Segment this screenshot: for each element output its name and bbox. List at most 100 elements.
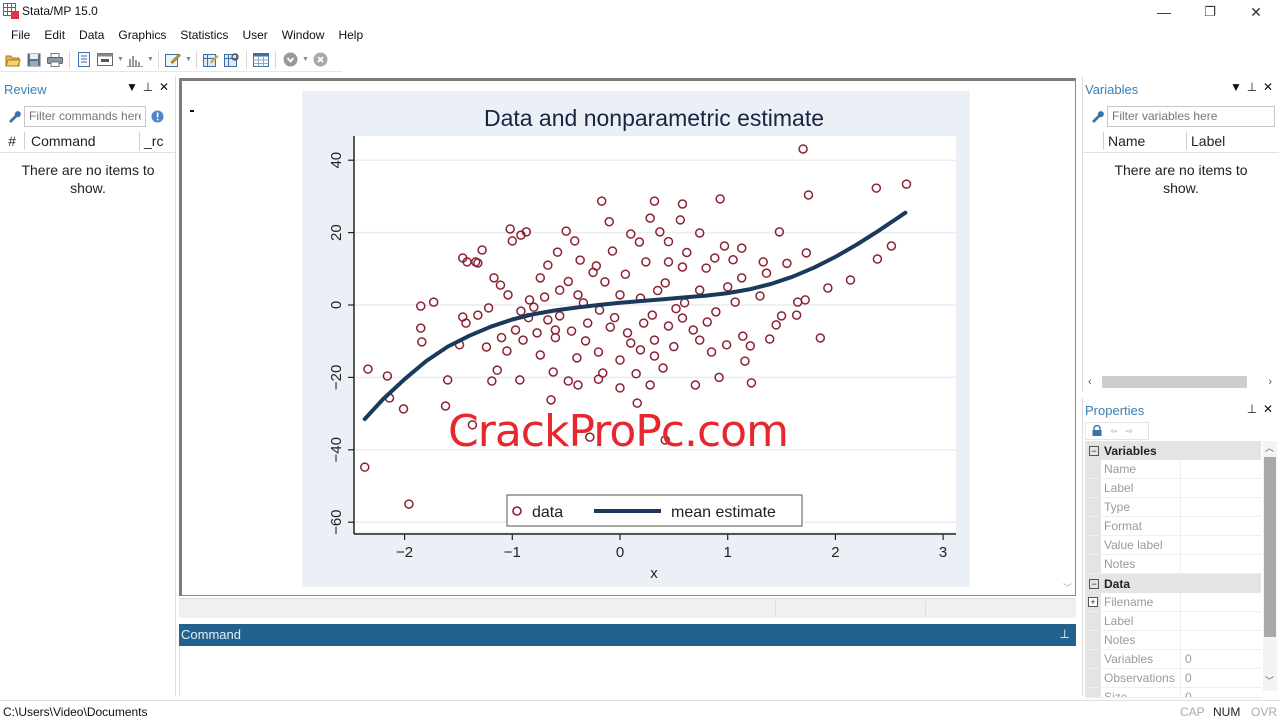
num-lock-indicator: NUM bbox=[1213, 705, 1241, 719]
toolbar-separator bbox=[196, 50, 197, 69]
property-value bbox=[1181, 517, 1261, 535]
info-icon[interactable] bbox=[146, 110, 168, 123]
variables-manager-icon[interactable] bbox=[252, 51, 270, 69]
collapse-icon[interactable]: − bbox=[1089, 445, 1099, 456]
back-arrow-icon[interactable]: ⇦ bbox=[1110, 426, 1118, 437]
viewer-icon[interactable] bbox=[96, 51, 114, 69]
review-filter-input[interactable] bbox=[24, 105, 146, 127]
menu-edit[interactable]: Edit bbox=[37, 28, 72, 42]
variables-filter-input[interactable] bbox=[1107, 105, 1275, 127]
open-icon[interactable] bbox=[4, 51, 22, 69]
data-editor-icon[interactable] bbox=[202, 51, 220, 69]
close-pane-icon[interactable]: ✕ bbox=[1261, 402, 1275, 416]
property-row[interactable]: Variables 0 bbox=[1085, 650, 1261, 669]
restore-button[interactable]: ❐ bbox=[1187, 0, 1233, 24]
property-value bbox=[1181, 631, 1261, 649]
scroll-down-icon[interactable]: ﹀ bbox=[1265, 674, 1274, 687]
property-row[interactable]: Label bbox=[1085, 479, 1261, 498]
graph-icon[interactable] bbox=[126, 51, 144, 69]
more-dropdown-icon[interactable]: ▼ bbox=[302, 56, 309, 63]
wrench-icon[interactable] bbox=[1087, 109, 1107, 123]
property-row[interactable]: Notes bbox=[1085, 631, 1261, 650]
filter-toggle-icon[interactable]: ▼ bbox=[125, 80, 139, 94]
property-row[interactable]: Format bbox=[1085, 517, 1261, 536]
viewer-dropdown-icon[interactable]: ▼ bbox=[117, 56, 124, 63]
property-key: Type bbox=[1101, 498, 1181, 516]
column-number[interactable]: # bbox=[0, 133, 24, 149]
scroll-left-icon[interactable]: ‹ bbox=[1088, 376, 1092, 388]
review-pane: Review ▼ ⊥ ✕ # Command _rc There are no … bbox=[0, 76, 176, 696]
toolbar: ▼ ▼ ▼ ▼ bbox=[0, 48, 342, 72]
command-input[interactable] bbox=[179, 646, 1076, 696]
property-key: Label bbox=[1101, 479, 1181, 497]
text-cursor bbox=[190, 110, 194, 112]
section-title: Data bbox=[1104, 576, 1131, 591]
menu-data[interactable]: Data bbox=[72, 28, 111, 42]
toolbar-separator bbox=[158, 50, 159, 69]
property-row[interactable]: Label bbox=[1085, 612, 1261, 631]
close-pane-icon[interactable]: ✕ bbox=[157, 80, 171, 94]
do-file-dropdown-icon[interactable]: ▼ bbox=[185, 56, 192, 63]
forward-arrow-icon[interactable]: ⇨ bbox=[1126, 426, 1134, 437]
menu-help[interactable]: Help bbox=[331, 28, 370, 42]
wrench-icon[interactable] bbox=[4, 109, 24, 123]
property-row[interactable]: Type bbox=[1085, 498, 1261, 517]
variables-pane: Variables ▼ ⊥ ✕ Name Label There are no … bbox=[1082, 76, 1280, 392]
property-row[interactable]: Name bbox=[1085, 460, 1261, 479]
log-icon[interactable] bbox=[75, 51, 93, 69]
property-row[interactable]: Value label bbox=[1085, 536, 1261, 555]
expand-icon[interactable]: + bbox=[1085, 593, 1101, 611]
lock-icon[interactable] bbox=[1092, 424, 1102, 438]
pin-icon[interactable]: ⊥ bbox=[141, 80, 155, 94]
row-gutter bbox=[1085, 498, 1101, 516]
scroll-right-icon[interactable]: › bbox=[1268, 376, 1272, 388]
toolbar-separator bbox=[69, 50, 70, 69]
row-gutter bbox=[1085, 612, 1101, 630]
save-icon[interactable] bbox=[25, 51, 43, 69]
property-key: Variables bbox=[1101, 650, 1181, 668]
row-gutter bbox=[1085, 517, 1101, 535]
scrollbar-thumb[interactable] bbox=[1264, 457, 1276, 637]
more-icon[interactable] bbox=[281, 51, 299, 69]
column-rc[interactable]: _rc bbox=[140, 133, 170, 149]
section-data[interactable]: − Data bbox=[1085, 574, 1261, 593]
pin-icon[interactable]: ⊥ bbox=[1060, 627, 1070, 641]
scroll-down-icon[interactable]: ﹀ bbox=[1063, 581, 1072, 594]
properties-vertical-scrollbar[interactable]: ︿ ﹀ bbox=[1263, 441, 1277, 691]
data-browser-icon[interactable] bbox=[223, 51, 241, 69]
pin-icon[interactable]: ⊥ bbox=[1245, 80, 1259, 94]
caps-lock-indicator: CAP bbox=[1180, 705, 1205, 719]
do-file-editor-icon[interactable] bbox=[164, 51, 182, 69]
menu-graphics[interactable]: Graphics bbox=[111, 28, 173, 42]
row-gutter bbox=[1085, 631, 1101, 649]
variables-filter-row bbox=[1087, 103, 1279, 129]
menu-user[interactable]: User bbox=[235, 28, 274, 42]
filter-toggle-icon[interactable]: ▼ bbox=[1229, 80, 1243, 94]
title-bar: Stata/MP 15.0 — ❐ ✕ bbox=[0, 0, 1280, 24]
print-icon[interactable] bbox=[46, 51, 64, 69]
property-row[interactable]: + Filename bbox=[1085, 593, 1261, 612]
row-gutter bbox=[1085, 479, 1101, 497]
property-row[interactable]: Observations 0 bbox=[1085, 669, 1261, 688]
graph-dropdown-icon[interactable]: ▼ bbox=[147, 56, 154, 63]
pin-icon[interactable]: ⊥ bbox=[1245, 402, 1259, 416]
menu-file[interactable]: File bbox=[4, 28, 37, 42]
variables-horizontal-scrollbar[interactable]: ‹ › bbox=[1086, 374, 1276, 390]
property-row[interactable]: Size 0 bbox=[1085, 688, 1261, 698]
break-icon[interactable] bbox=[311, 51, 329, 69]
minimize-button[interactable]: — bbox=[1141, 0, 1187, 24]
section-variables[interactable]: − Variables bbox=[1085, 441, 1261, 460]
close-button[interactable]: ✕ bbox=[1233, 0, 1279, 24]
column-name[interactable]: Name bbox=[1104, 133, 1186, 149]
menu-statistics[interactable]: Statistics bbox=[173, 28, 235, 42]
column-command[interactable]: Command bbox=[25, 133, 139, 149]
close-pane-icon[interactable]: ✕ bbox=[1261, 80, 1275, 94]
command-title: Command bbox=[181, 627, 241, 642]
scroll-up-icon[interactable]: ︿ bbox=[1265, 441, 1274, 454]
menu-bar: File Edit Data Graphics Statistics User … bbox=[0, 24, 1280, 46]
property-row[interactable]: Notes bbox=[1085, 555, 1261, 574]
scrollbar-thumb[interactable] bbox=[1102, 376, 1247, 388]
collapse-icon[interactable]: − bbox=[1089, 578, 1099, 589]
menu-window[interactable]: Window bbox=[275, 28, 332, 42]
column-label[interactable]: Label bbox=[1187, 133, 1257, 149]
